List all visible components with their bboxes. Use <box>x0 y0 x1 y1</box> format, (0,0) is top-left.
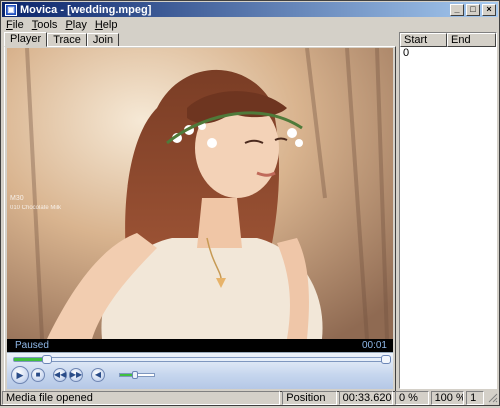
status-message: Media file opened <box>2 391 281 405</box>
stop-icon: ■ <box>35 370 41 379</box>
seek-bar[interactable] <box>13 355 391 364</box>
menu-play[interactable]: Play <box>61 19 90 31</box>
window-title: Movica - [wedding.mpeg] <box>20 3 152 16</box>
app-window: ▣ Movica - [wedding.mpeg] _ □ × File Too… <box>0 0 500 406</box>
menu-play-accel: P <box>65 18 73 31</box>
menu-file[interactable]: File <box>2 19 28 31</box>
segment-list-header: Start End <box>400 33 496 47</box>
segment-start-cell: 0 <box>403 47 410 59</box>
watermark-line-1: M30 <box>10 195 24 202</box>
column-end[interactable]: End <box>447 33 496 47</box>
previous-icon: ◀◀ <box>53 370 67 379</box>
close-icon: × <box>486 4 492 14</box>
player-status-strip: Paused 00:01 <box>7 339 393 352</box>
menu-file-label: ile <box>12 18 24 31</box>
position-value: 00:33.620 <box>338 391 393 405</box>
maximize-button[interactable]: □ <box>466 3 480 16</box>
play-icon: ▶ <box>16 369 24 380</box>
tab-join[interactable]: Join <box>86 33 120 47</box>
list-item[interactable]: 0 <box>400 47 496 60</box>
status-percent: 0 % <box>394 391 429 405</box>
playback-state: Paused <box>15 340 49 351</box>
minimize-icon: _ <box>454 4 460 14</box>
volume-slider[interactable] <box>119 371 155 379</box>
title-bar[interactable]: ▣ Movica - [wedding.mpeg] _ □ × <box>2 2 498 17</box>
tab-trace[interactable]: Trace <box>47 33 87 47</box>
status-zoom: 100 % <box>430 391 465 405</box>
video-frame: M30 010 Chocolate Milk <box>7 48 393 339</box>
resize-grip-icon[interactable] <box>486 391 498 405</box>
stop-button[interactable]: ■ <box>31 368 45 382</box>
volume-handle[interactable] <box>132 371 139 379</box>
menu-help-label: elp <box>102 18 118 31</box>
play-button[interactable]: ▶ <box>11 366 29 384</box>
close-button[interactable]: × <box>482 3 496 16</box>
menu-file-accel: F <box>6 18 13 31</box>
position-label: Position <box>282 391 337 405</box>
seek-end-handle[interactable] <box>381 355 391 364</box>
minimize-button[interactable]: _ <box>450 3 464 16</box>
next-button[interactable]: ▶▶ <box>69 368 83 382</box>
column-start[interactable]: Start <box>400 33 447 47</box>
seek-start-handle[interactable] <box>42 355 53 364</box>
maximize-icon: □ <box>470 4 476 14</box>
menu-bar: File Tools Play Help <box>2 18 498 31</box>
status-count: 1 <box>466 391 484 405</box>
playback-time: 00:01 <box>361 340 387 351</box>
mute-button[interactable]: ◀ <box>91 368 105 382</box>
menu-tools[interactable]: Tools <box>28 19 62 31</box>
player-controls: ▶ ■ ◀◀ ▶▶ ◀ <box>7 352 393 389</box>
film-icon[interactable]: ▣ <box>5 3 17 16</box>
menu-help-accel: H <box>94 18 103 31</box>
previous-button[interactable]: ◀◀ <box>53 368 67 382</box>
status-bar: Media file opened Position 00:33.620 0 %… <box>2 391 498 405</box>
segment-list[interactable]: Start End 0 <box>399 32 497 389</box>
menu-play-label: lay <box>72 18 87 31</box>
next-icon: ▶▶ <box>69 370 83 379</box>
menu-tools-label: ools <box>37 18 58 31</box>
watermark-line-2: 010 Chocolate Milk <box>10 205 62 211</box>
video-display[interactable]: M30 010 Chocolate Milk <box>7 48 393 339</box>
tab-strip: Player Trace Join <box>4 32 120 47</box>
speaker-icon: ◀ <box>94 370 102 379</box>
tab-player[interactable]: Player <box>4 32 48 47</box>
segment-end-cell <box>447 47 496 60</box>
menu-help[interactable]: Help <box>91 19 122 31</box>
